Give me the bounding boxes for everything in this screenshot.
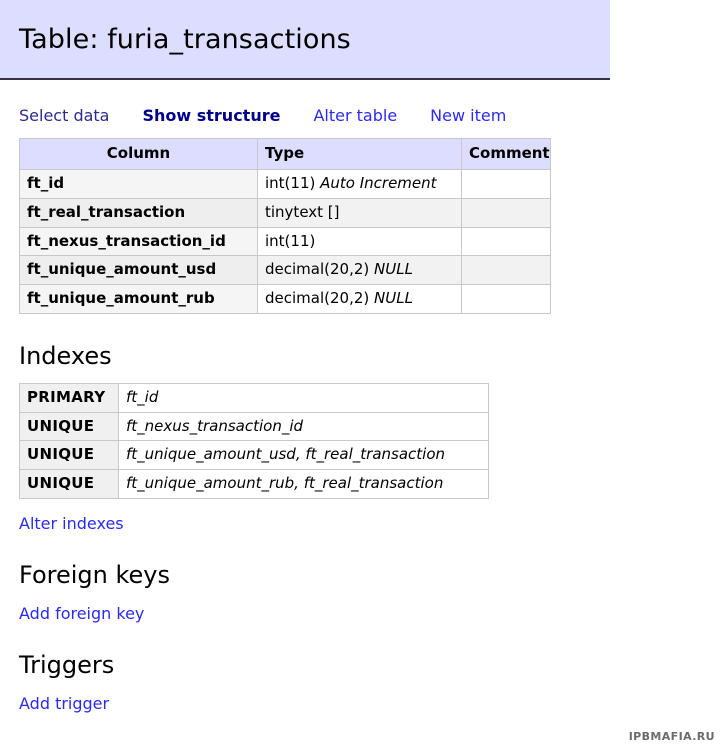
- site-watermark: IPBMAFIA.RU: [628, 730, 715, 743]
- table-row: UNIQUE ft_unique_amount_rub, ft_real_tra…: [19, 469, 489, 499]
- type-text: tinytext []: [265, 202, 340, 221]
- table-indexes: PRIMARY ft_id UNIQUE ft_nexus_transactio…: [19, 382, 489, 499]
- table-row: ft_real_transaction tinytext []: [19, 197, 551, 228]
- structure-column-type: tinytext []: [257, 197, 462, 228]
- table-row: ft_unique_amount_rub decimal(20,2) NULL: [19, 284, 551, 314]
- index-columns: ft_unique_amount_usd, ft_real_transactio…: [118, 440, 489, 470]
- tab-select-data[interactable]: Select data: [19, 106, 109, 125]
- tab-show-structure[interactable]: Show structure: [142, 106, 280, 125]
- structure-column-name: ft_id: [19, 169, 258, 199]
- structure-column-comment: [461, 284, 551, 314]
- index-kind: UNIQUE: [19, 411, 119, 442]
- structure-column-name: ft_nexus_transaction_id: [19, 226, 258, 257]
- index-columns: ft_unique_amount_rub, ft_real_transactio…: [118, 469, 489, 499]
- page-header-band: Table: furia_transactions: [0, 0, 610, 80]
- structure-column-name: ft_unique_amount_rub: [19, 284, 258, 314]
- structure-column-name: ft_real_transaction: [19, 197, 258, 228]
- add-foreign-key-line: Add foreign key: [0, 589, 727, 623]
- page-title: Table: furia_transactions: [19, 23, 351, 55]
- foreign-keys-heading: Foreign keys: [19, 560, 170, 589]
- tab-new-item[interactable]: New item: [430, 106, 506, 125]
- structure-header-type: Type: [257, 138, 462, 170]
- alter-indexes-line: Alter indexes: [0, 499, 727, 533]
- table-row: PRIMARY ft_id: [19, 382, 489, 413]
- structure-header-comment: Comment: [461, 138, 551, 170]
- index-columns: ft_nexus_transaction_id: [118, 411, 489, 442]
- table-row: UNIQUE ft_nexus_transaction_id: [19, 411, 489, 442]
- structure-column-type: decimal(20,2) NULL: [257, 284, 462, 314]
- structure-column-name: ft_unique_amount_usd: [19, 255, 258, 285]
- structure-column-comment: [461, 255, 551, 285]
- table-row: UNIQUE ft_unique_amount_usd, ft_real_tra…: [19, 440, 489, 470]
- index-kind: UNIQUE: [19, 440, 119, 470]
- tab-alter-table[interactable]: Alter table: [313, 106, 397, 125]
- index-kind: UNIQUE: [19, 469, 119, 499]
- type-text: int(11): [265, 174, 321, 192]
- structure-header-column: Column: [19, 138, 258, 170]
- type-flag: NULL: [374, 260, 413, 279]
- add-trigger-link[interactable]: Add trigger: [19, 694, 109, 713]
- structure-column-type: decimal(20,2) NULL: [257, 255, 462, 285]
- type-text: int(11): [265, 231, 316, 250]
- type-flag: NULL: [374, 289, 413, 307]
- structure-column-type: int(11): [257, 226, 462, 257]
- table-row: ft_nexus_transaction_id int(11): [19, 226, 551, 257]
- type-text: decimal(20,2): [265, 289, 375, 307]
- triggers-heading: Triggers: [19, 650, 115, 679]
- add-foreign-key-link[interactable]: Add foreign key: [19, 604, 144, 623]
- alter-indexes-link[interactable]: Alter indexes: [19, 514, 124, 533]
- index-columns: ft_id: [118, 382, 489, 413]
- index-kind: PRIMARY: [19, 382, 119, 413]
- structure-column-comment: [461, 169, 551, 199]
- structure-column-comment: [461, 197, 551, 228]
- table-row: ft_unique_amount_usd decimal(20,2) NULL: [19, 255, 551, 285]
- table-row: ft_id int(11) Auto Increment: [19, 169, 551, 199]
- type-text: decimal(20,2): [265, 260, 375, 279]
- structure-header-row: Column Type Comment: [19, 138, 551, 170]
- type-flag: Auto Increment: [320, 174, 437, 192]
- table-tab-navigation: Select data Show structure Alter table New …: [0, 80, 727, 125]
- structure-column-comment: [461, 226, 551, 257]
- indexes-heading: Indexes: [19, 341, 112, 370]
- add-trigger-line: Add trigger: [0, 679, 727, 713]
- structure-column-type: int(11) Auto Increment: [257, 169, 462, 199]
- table-structure: Column Type Comment ft_id int(11) Auto I…: [19, 138, 551, 314]
